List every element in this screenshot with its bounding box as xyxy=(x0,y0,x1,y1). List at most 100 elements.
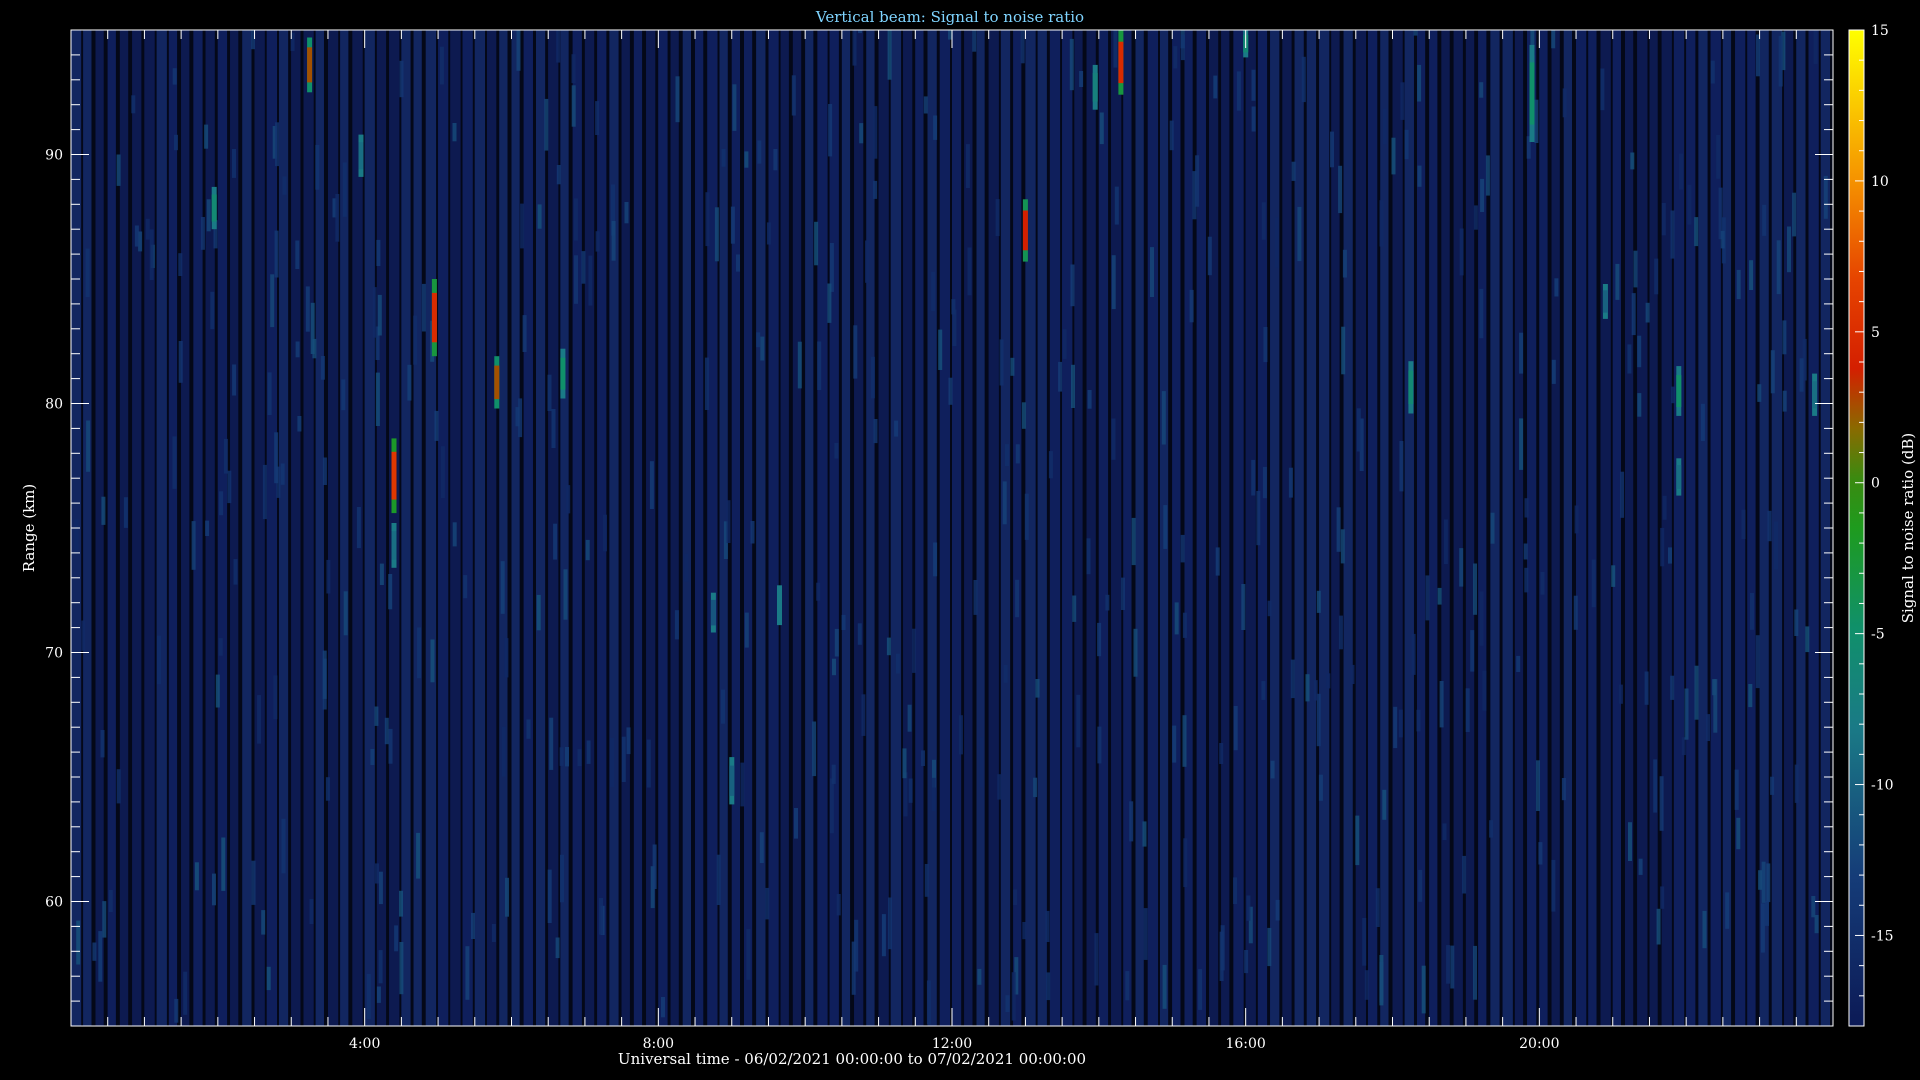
noise-speck xyxy=(1142,821,1147,847)
data-gap xyxy=(1388,30,1393,1026)
echo-core xyxy=(391,531,397,560)
noise-speck xyxy=(585,539,590,561)
data-gap xyxy=(984,30,989,1026)
noise-speck xyxy=(1379,961,1384,1003)
data-column xyxy=(1588,30,1597,1026)
noise-speck xyxy=(577,749,582,767)
noise-speck xyxy=(399,60,404,98)
data-gap xyxy=(568,30,573,1026)
noise-speck xyxy=(374,706,379,726)
noise-speck xyxy=(750,521,755,544)
noise-speck xyxy=(1519,332,1524,374)
colorbar-tick-label: 5 xyxy=(1871,325,1880,341)
noise-speck xyxy=(375,863,379,884)
data-gap xyxy=(998,30,1001,1026)
data-column xyxy=(83,30,92,1026)
x-axis-title: Universal time - 06/02/2021 00:00:00 to … xyxy=(618,1050,1086,1068)
noise-speck xyxy=(1046,972,1051,1001)
data-gap xyxy=(850,30,855,1026)
noise-speck xyxy=(704,357,709,410)
noise-speck xyxy=(1246,895,1251,921)
data-column xyxy=(1172,30,1181,1026)
data-column xyxy=(658,30,668,1026)
noise-speck xyxy=(515,407,520,427)
noise-speck xyxy=(588,255,593,306)
chart-title: Vertical beam: Signal to noise ratio xyxy=(815,8,1084,26)
data-gap xyxy=(594,30,598,1026)
noise-speck xyxy=(744,151,749,168)
noise-speck xyxy=(1473,945,1477,1000)
data-column xyxy=(584,30,595,1026)
noise-speck xyxy=(1687,184,1692,225)
data-gap xyxy=(813,30,818,1026)
data-column xyxy=(1074,30,1083,1026)
noise-speck xyxy=(1094,933,1099,986)
noise-speck xyxy=(274,432,279,484)
noise-speck xyxy=(1356,408,1361,452)
noise-speck xyxy=(1111,255,1116,310)
noise-speck xyxy=(536,594,541,631)
noise-speck xyxy=(218,638,223,656)
noise-speck xyxy=(965,144,970,188)
data-column xyxy=(1135,30,1144,1026)
noise-speck xyxy=(1551,859,1556,912)
noise-speck xyxy=(1305,674,1310,702)
data-column xyxy=(1000,30,1011,1026)
noise-speck xyxy=(108,890,113,912)
data-gap xyxy=(788,30,793,1026)
noise-speck xyxy=(1313,680,1318,701)
noise-speck xyxy=(1670,210,1675,259)
noise-speck xyxy=(1189,289,1194,323)
noise-speck xyxy=(836,894,841,916)
data-column xyxy=(364,30,375,1026)
echo-core xyxy=(1408,370,1414,405)
noise-speck xyxy=(908,778,913,803)
data-column xyxy=(1686,30,1696,1026)
noise-speck xyxy=(1251,106,1256,132)
noise-speck xyxy=(757,140,762,164)
noise-speck xyxy=(571,54,576,84)
noise-speck xyxy=(1480,178,1485,212)
data-column xyxy=(817,30,828,1026)
echo-core xyxy=(1092,72,1098,102)
data-column xyxy=(254,30,265,1026)
noise-speck xyxy=(1756,34,1760,77)
noise-speck xyxy=(828,104,833,157)
noise-speck xyxy=(92,942,97,961)
noise-speck xyxy=(356,507,361,549)
data-gap xyxy=(691,30,695,1026)
noise-speck xyxy=(491,924,496,942)
noise-speck xyxy=(1062,329,1067,359)
data-column xyxy=(952,30,962,1026)
noise-speck xyxy=(759,832,764,863)
noise-speck xyxy=(537,204,542,229)
noise-speck xyxy=(1437,587,1442,605)
data-gap xyxy=(128,30,133,1026)
noise-speck xyxy=(1611,565,1616,587)
noise-speck xyxy=(938,329,943,370)
noise-speck xyxy=(1251,69,1256,101)
noise-speck xyxy=(266,966,271,991)
noise-speck xyxy=(325,777,330,801)
noise-speck xyxy=(232,149,236,178)
noise-speck xyxy=(1538,842,1543,865)
noise-speck xyxy=(227,470,232,504)
data-gap xyxy=(1168,30,1173,1026)
data-gap xyxy=(950,30,952,1026)
colorbar-tick-label: -10 xyxy=(1871,778,1894,794)
noise-speck xyxy=(599,898,603,935)
noise-speck xyxy=(273,675,278,720)
data-column xyxy=(1539,30,1548,1026)
data-column xyxy=(474,30,485,1026)
noise-speck xyxy=(232,364,237,396)
data-column xyxy=(792,30,802,1026)
noise-speck xyxy=(684,553,689,582)
noise-speck xyxy=(1111,418,1116,460)
echo-core xyxy=(710,599,716,626)
noise-speck xyxy=(465,946,470,1000)
noise-speck xyxy=(282,176,287,195)
noise-speck xyxy=(131,95,136,114)
data-column xyxy=(609,30,619,1026)
noise-speck xyxy=(1662,495,1667,520)
noise-speck xyxy=(1133,628,1138,677)
